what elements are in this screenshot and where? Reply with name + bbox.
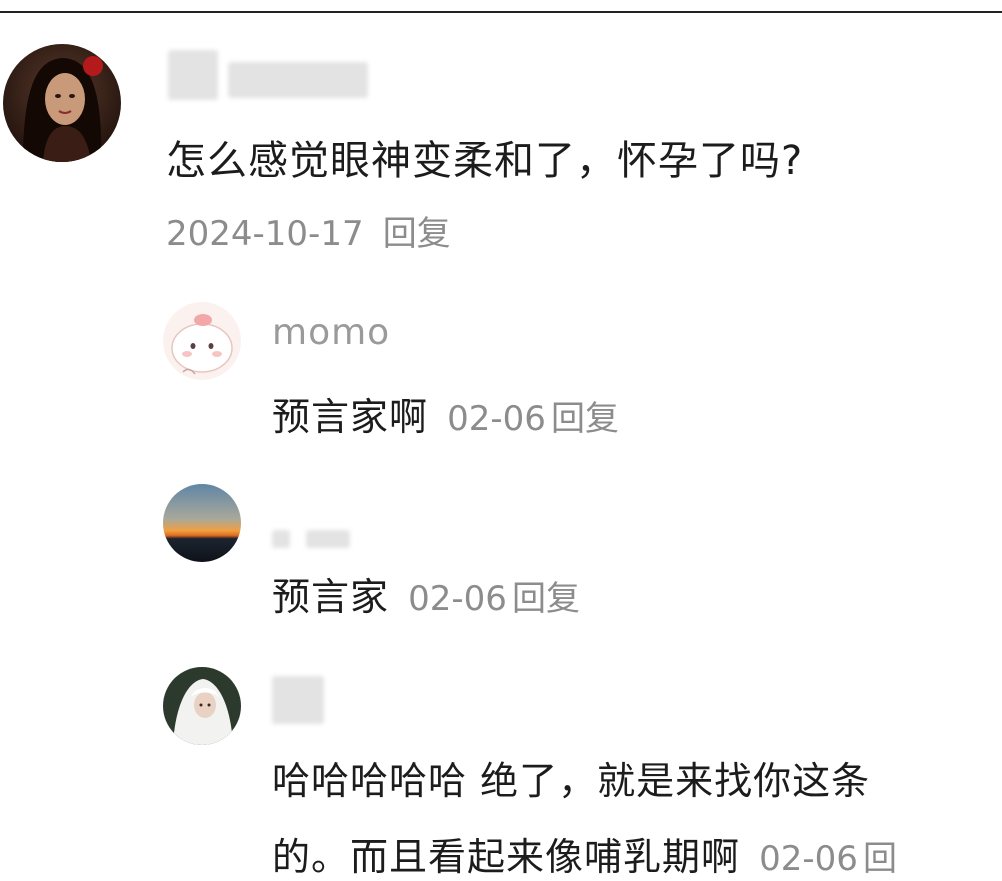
comment-text: 怎么感觉眼神变柔和了，怀孕了吗?: [166, 138, 804, 184]
avatar[interactable]: [163, 302, 241, 380]
username-redacted[interactable]: [306, 530, 350, 548]
avatar[interactable]: [3, 44, 121, 162]
reply-date: 02-06: [408, 579, 507, 619]
reply-text: 哈哈哈哈哈 绝了，就是来找你这条: [272, 759, 871, 803]
comment-date: 2024-10-17: [166, 214, 364, 254]
top-divider: [0, 11, 1002, 13]
reply-text: 预言家啊: [272, 395, 429, 439]
reply-body: 预言家啊 02-06 回复: [272, 386, 619, 441]
comment-meta: 2024-10-17 回复: [166, 206, 451, 255]
username-redacted[interactable]: [272, 530, 290, 548]
reply-button[interactable]: 回复: [512, 579, 580, 619]
reply-body-line2: 的。而且看起来像哺乳期啊 02-06 回: [272, 826, 897, 881]
reply-date: 02-06: [759, 839, 858, 879]
reply-button[interactable]: 回复: [551, 399, 619, 439]
username-redacted[interactable]: [272, 676, 324, 724]
reply-username[interactable]: momo: [272, 312, 390, 353]
avatar[interactable]: [163, 484, 241, 562]
reply-button[interactable]: 回复: [383, 214, 451, 254]
avatar[interactable]: [163, 667, 241, 745]
reply-date: 02-06: [447, 399, 546, 439]
reply-text: 预言家: [272, 575, 390, 619]
reply-button[interactable]: 回: [863, 839, 897, 879]
username-redacted[interactable]: [228, 62, 368, 98]
username-redacted[interactable]: [168, 50, 218, 100]
reply-body: 预言家 02-06 回复: [272, 566, 580, 621]
reply-text: 的。而且看起来像哺乳期啊: [272, 835, 741, 879]
